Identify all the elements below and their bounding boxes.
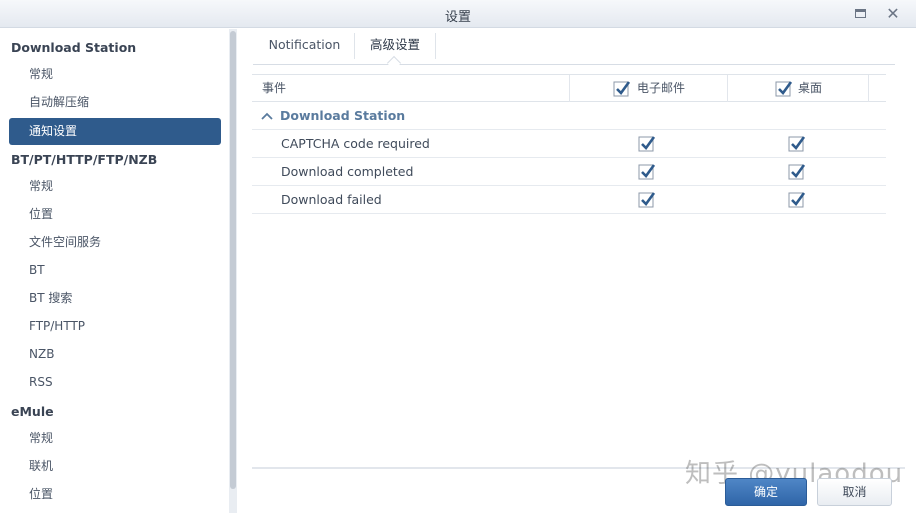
cancel-button[interactable]: 取消 [817,478,892,506]
sidebar-item-bt-search[interactable]: BT 搜索 [9,285,221,312]
sidebar-item-location[interactable]: 位置 [9,201,221,228]
ok-button[interactable]: 确定 [725,478,807,506]
column-divider [569,75,570,102]
sidebar-item-file-hosting[interactable]: 文件空间服务 [9,229,221,256]
email-select-all-checkbox[interactable] [613,80,631,98]
tab-bar: Notification 高级设置 [253,29,895,71]
sidebar-item-emule-location[interactable]: 位置 [9,481,221,508]
group-row[interactable]: Download Station [252,102,886,130]
table-row: CAPTCHA code required [252,130,886,158]
sidebar-item-rss[interactable]: RSS [9,369,221,396]
column-desktop[interactable]: 桌面 [798,75,822,102]
sidebar-group-download-station: Download Station [11,40,137,55]
column-divider [727,75,728,102]
tab-notification[interactable]: Notification [255,29,354,64]
sidebar-item-nzb[interactable]: NZB [9,341,221,368]
table-row: Download failed [252,186,886,214]
table-row: Download completed [252,158,886,186]
title-bar: 设置 ✕ [0,0,916,28]
desktop-select-all-checkbox[interactable] [775,80,793,98]
email-checkbox[interactable] [638,191,656,209]
sidebar-item-ftp-http[interactable]: FTP/HTTP [9,313,221,340]
sidebar-item-auto-extract[interactable]: 自动解压缩 [9,89,221,116]
close-icon[interactable]: ✕ [884,5,902,23]
window-title: 设置 [444,10,471,25]
event-label: CAPTCHA code required [281,136,430,151]
table-header: 事件 电子邮件 桌面 [252,74,886,102]
column-divider [868,75,869,102]
desktop-checkbox[interactable] [788,135,806,153]
column-email[interactable]: 电子邮件 [637,75,685,102]
footer-divider [252,467,905,469]
sidebar-item-general[interactable]: 常规 [9,61,221,88]
desktop-checkbox[interactable] [788,163,806,181]
sidebar-scrollbar-thumb[interactable] [230,31,236,489]
sidebar-group-emule: eMule [11,404,54,419]
sidebar-item-bt-general[interactable]: 常规 [9,173,221,200]
event-label: Download completed [281,164,414,179]
sidebar-scrollbar[interactable] [229,29,237,513]
notification-table: 事件 电子邮件 桌面 Download Station CAPTCHA code… [252,74,886,214]
sidebar-item-emule-general[interactable]: 常规 [9,425,221,452]
event-label: Download failed [281,192,382,207]
group-label: Download Station [280,108,406,123]
tab-divider [435,33,436,59]
email-checkbox[interactable] [638,135,656,153]
maximize-icon[interactable] [851,5,869,23]
sidebar-item-emule-connection[interactable]: 联机 [9,453,221,480]
sidebar: Download Station 常规 自动解压缩 通知设置 BT/PT/HTT… [0,29,228,513]
sidebar-group-bt-pt: BT/PT/HTTP/FTP/NZB [11,152,158,167]
chevron-up-icon[interactable] [261,110,273,122]
sidebar-item-bt[interactable]: BT [9,257,221,284]
email-checkbox[interactable] [638,163,656,181]
column-event[interactable]: 事件 [262,75,286,102]
desktop-checkbox[interactable] [788,191,806,209]
sidebar-item-notification[interactable]: 通知设置 [9,118,221,145]
